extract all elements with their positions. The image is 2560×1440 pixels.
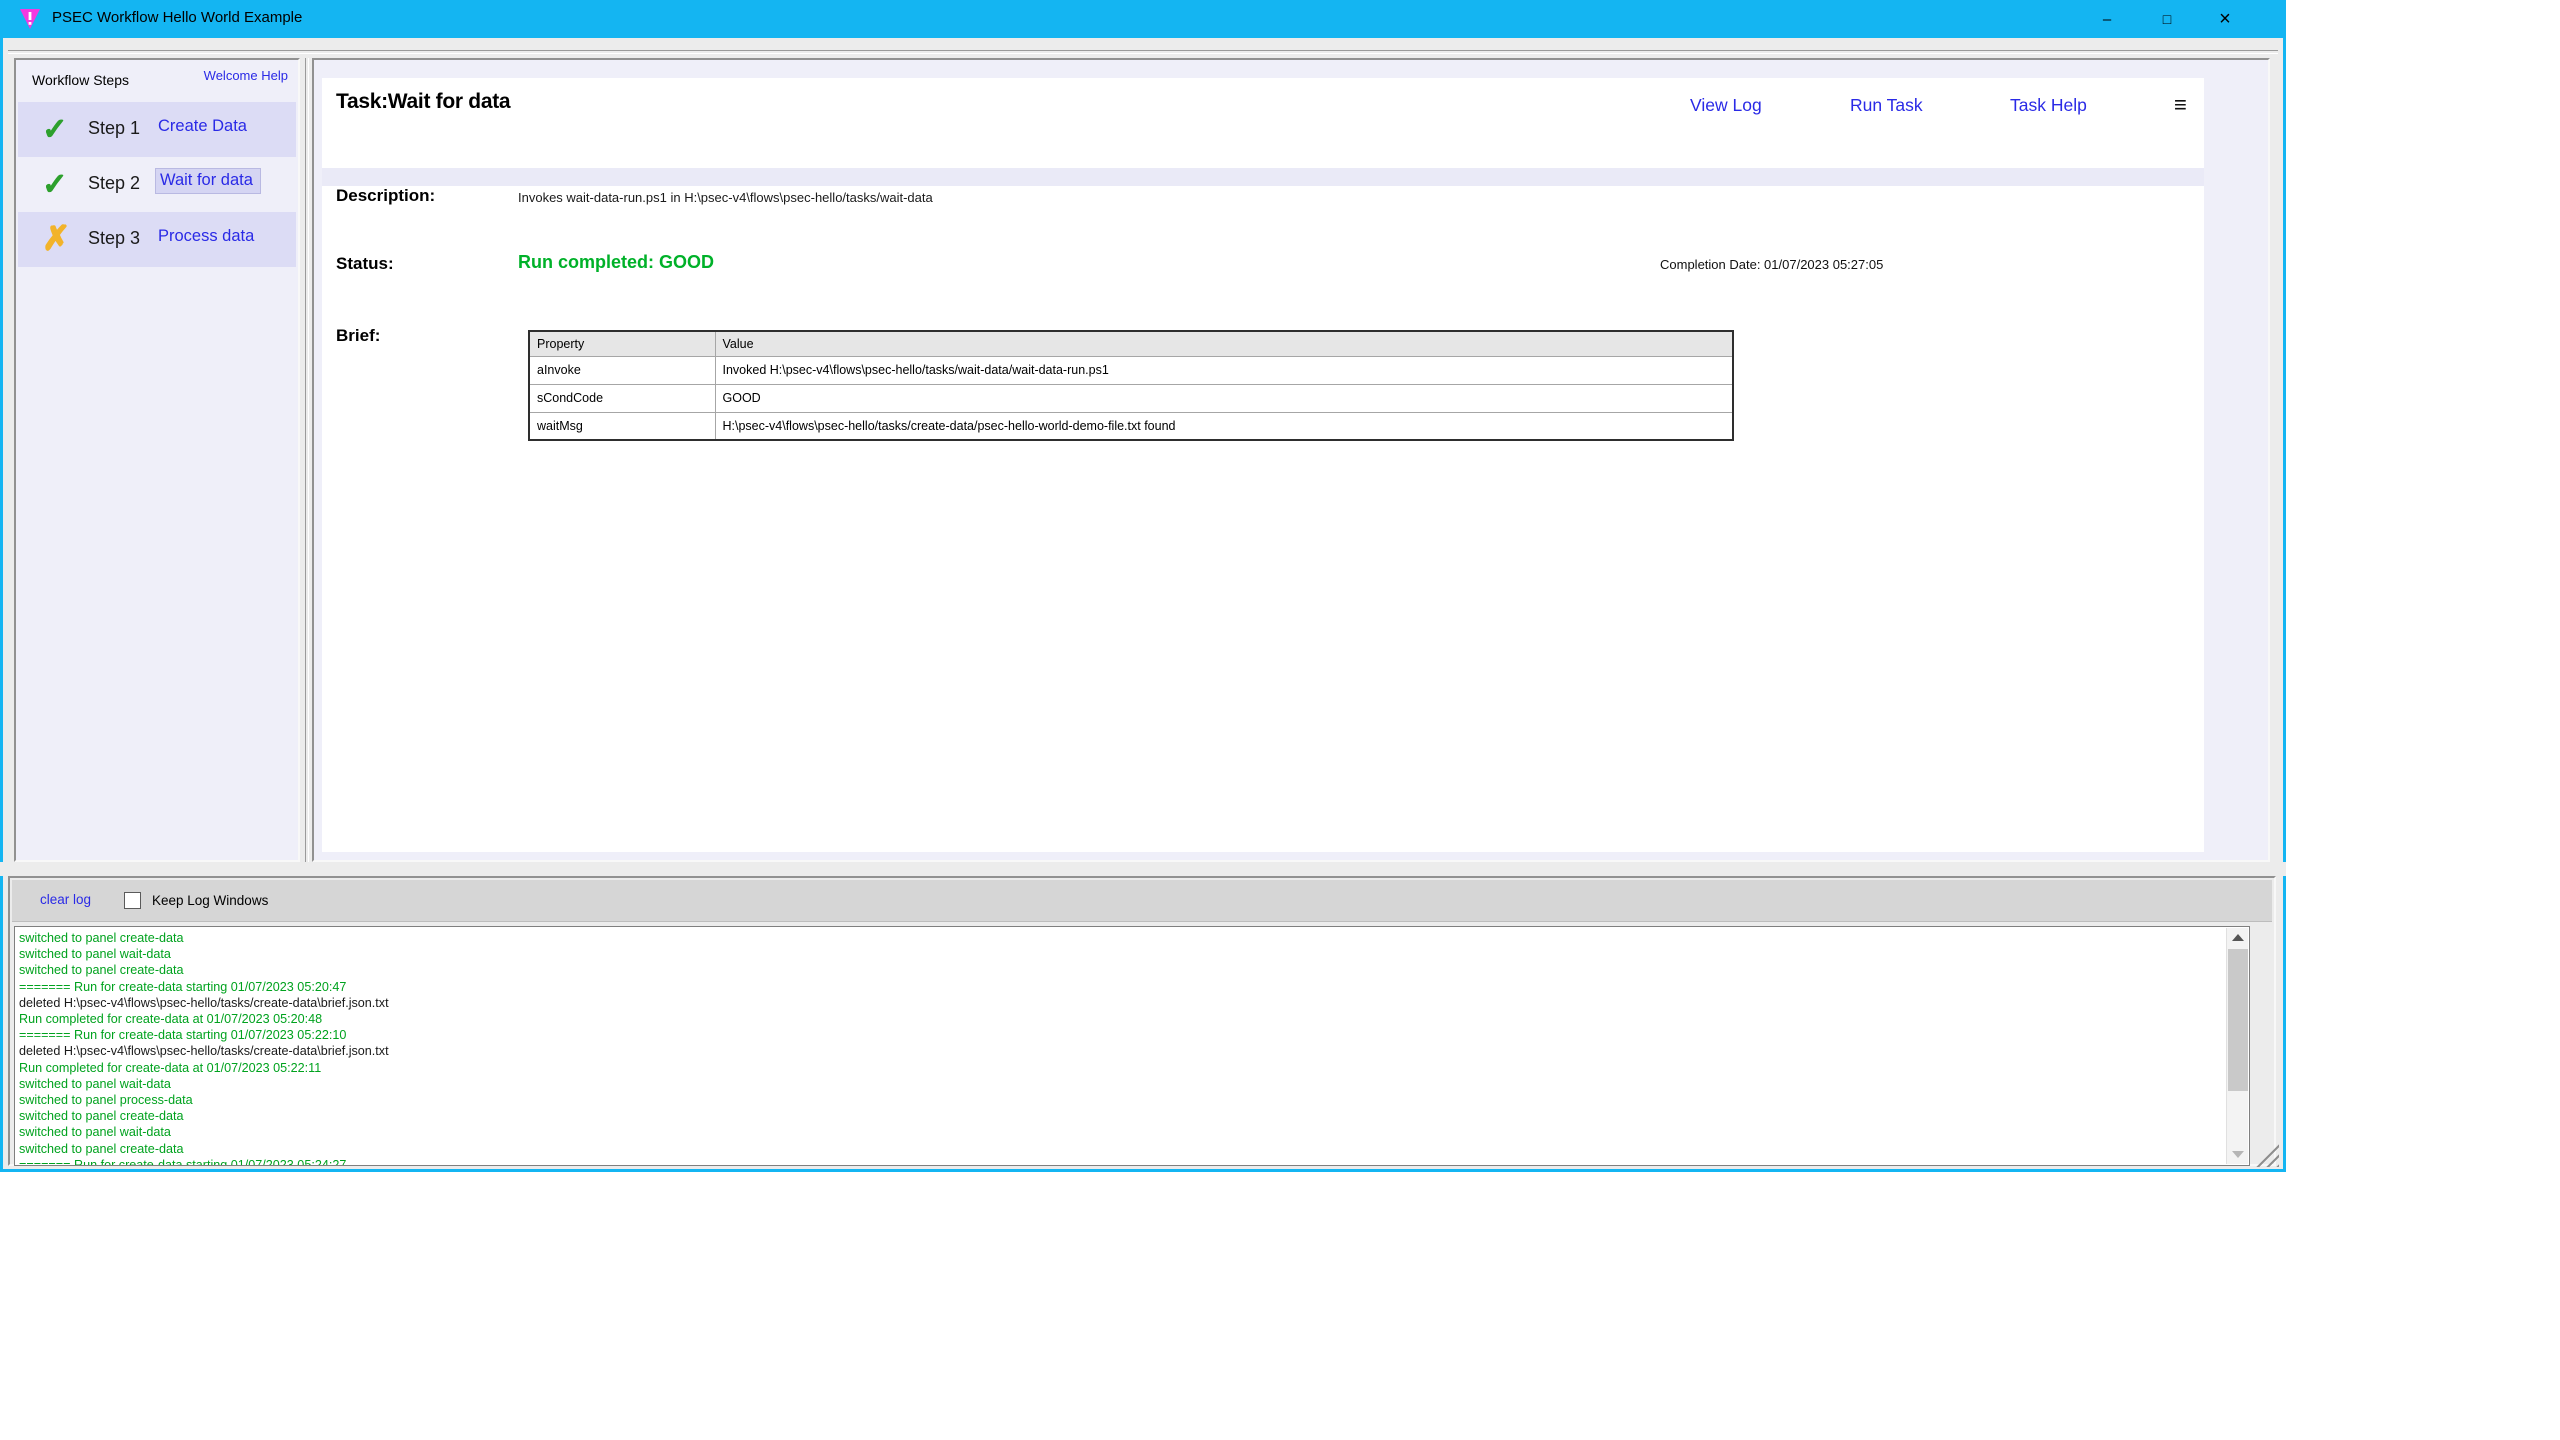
scroll-down-icon[interactable]	[2232, 1151, 2244, 1158]
log-panel: clear log Keep Log Windows switched to p…	[8, 876, 2276, 1166]
maximize-button[interactable]: □	[2144, 0, 2190, 38]
step-number: Step 3	[88, 228, 140, 249]
log-line: ======= Run for create-data starting 01/…	[19, 1157, 2219, 1166]
log-line: Run completed for create-data at 01/07/2…	[19, 1011, 2219, 1027]
log-line: deleted H:\psec-v4\flows\psec-hello/task…	[19, 995, 2219, 1011]
column-header-property: Property	[529, 331, 715, 356]
app-window: PSEC Workflow Hello World Example – □ × …	[0, 0, 2286, 1172]
value-cell: GOOD	[715, 384, 1733, 412]
titlebar: PSEC Workflow Hello World Example – □ ×	[0, 0, 2286, 38]
table-row[interactable]: sCondCode GOOD	[529, 384, 1733, 412]
vertical-splitter[interactable]	[305, 58, 309, 862]
log-output[interactable]: switched to panel create-data switched t…	[14, 926, 2250, 1166]
column-header-value: Value	[715, 331, 1733, 356]
table-row[interactable]: aInvoke Invoked H:\psec-v4\flows\psec-he…	[529, 356, 1733, 384]
step-link-create-data[interactable]: Create Data	[158, 117, 247, 136]
welcome-link[interactable]: Welcome	[204, 68, 258, 83]
horizontal-splitter[interactable]	[0, 862, 2286, 876]
log-lines: switched to panel create-data switched t…	[19, 930, 2219, 1166]
task-help-link[interactable]: Task Help	[2010, 95, 2087, 116]
log-scrollbar[interactable]	[2226, 928, 2248, 1164]
scroll-up-icon[interactable]	[2232, 934, 2244, 941]
step-row-process-data[interactable]: ✗ Step 3 Process data	[18, 212, 296, 267]
log-line: switched to panel wait-data	[19, 946, 2219, 962]
view-log-link[interactable]: View Log	[1690, 95, 1762, 116]
run-task-link[interactable]: Run Task	[1850, 95, 1923, 116]
close-button[interactable]: ×	[2202, 0, 2248, 38]
log-line: switched to panel create-data	[19, 1108, 2219, 1124]
task-panel: Task:Wait for data View Log Run Task Tas…	[312, 58, 2270, 862]
minimize-button[interactable]: –	[2084, 0, 2130, 38]
value-cell: H:\psec-v4\flows\psec-hello/tasks/create…	[715, 412, 1733, 440]
step-number: Step 2	[88, 173, 140, 194]
task-card: Task:Wait for data View Log Run Task Tas…	[322, 78, 2204, 852]
workflow-steps-panel: Workflow Steps Welcome Help ✓ Step 1 Cre…	[14, 58, 300, 862]
step-row-wait-for-data[interactable]: ✓ Step 2 Wait for data	[18, 157, 296, 212]
task-title: Task:Wait for data	[336, 90, 510, 114]
log-line: deleted H:\psec-v4\flows\psec-hello/task…	[19, 1043, 2219, 1059]
check-icon: ✓	[42, 167, 67, 202]
desktop: PSEC Workflow Hello World Example – □ × …	[0, 0, 2560, 1440]
x-icon: ✗	[42, 218, 70, 257]
table-header-row: Property Value	[529, 331, 1733, 356]
table-row[interactable]: waitMsg H:\psec-v4\flows\psec-hello/task…	[529, 412, 1733, 440]
log-header-bar: clear log Keep Log Windows	[12, 880, 2272, 922]
log-line: switched to panel create-data	[19, 930, 2219, 946]
window-border-left	[0, 38, 3, 1172]
check-icon: ✓	[42, 112, 67, 147]
scrollbar-thumb[interactable]	[2228, 949, 2248, 1091]
keep-log-checkbox[interactable]	[124, 892, 141, 909]
property-cell: aInvoke	[529, 356, 715, 384]
log-line: switched to panel wait-data	[19, 1076, 2219, 1092]
keep-log-label: Keep Log Windows	[152, 893, 268, 908]
step-link-wait-for-data[interactable]: Wait for data	[156, 169, 260, 193]
property-cell: waitMsg	[529, 412, 715, 440]
log-line: switched to panel create-data	[19, 962, 2219, 978]
clear-log-link[interactable]: clear log	[40, 892, 91, 907]
log-line: switched to panel create-data	[19, 1141, 2219, 1157]
log-line: Run completed for create-data at 01/07/2…	[19, 1060, 2219, 1076]
brief-table: Property Value aInvoke Invoked H:\psec-v…	[528, 330, 1734, 441]
status-value: Run completed: GOOD	[518, 252, 714, 273]
status-label: Status:	[336, 254, 394, 274]
header-divider-band	[322, 168, 2204, 186]
app-logo-icon	[18, 7, 42, 31]
window-border-right	[2283, 38, 2286, 1172]
step-row-create-data[interactable]: ✓ Step 1 Create Data	[18, 102, 296, 157]
step-number: Step 1	[88, 118, 140, 139]
step-link-process-data[interactable]: Process data	[158, 227, 254, 246]
completion-date: Completion Date: 01/07/2023 05:27:05	[1660, 257, 1883, 272]
window-border-bottom	[0, 1169, 2286, 1172]
property-cell: sCondCode	[529, 384, 715, 412]
log-line: ======= Run for create-data starting 01/…	[19, 1027, 2219, 1043]
window-title: PSEC Workflow Hello World Example	[52, 9, 302, 26]
top-separator	[8, 50, 2278, 54]
log-line: switched to panel process-data	[19, 1092, 2219, 1108]
log-line: ======= Run for create-data starting 01/…	[19, 979, 2219, 995]
brief-label: Brief:	[336, 326, 380, 346]
description-value: Invokes wait-data-run.ps1 in H:\psec-v4\…	[518, 190, 933, 205]
description-label: Description:	[336, 186, 435, 206]
value-cell: Invoked H:\psec-v4\flows\psec-hello/task…	[715, 356, 1733, 384]
help-link[interactable]: Help	[261, 68, 288, 83]
sidebar-links: Welcome Help	[204, 68, 288, 83]
sidebar-title: Workflow Steps	[32, 72, 129, 88]
hamburger-menu-icon[interactable]: ≡	[2174, 92, 2187, 118]
log-line: switched to panel wait-data	[19, 1124, 2219, 1140]
